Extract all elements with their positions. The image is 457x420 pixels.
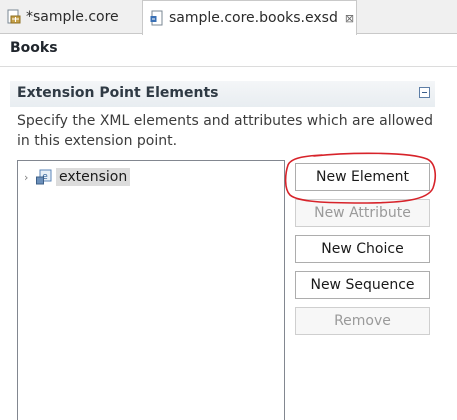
tab-label: *sample.core (26, 9, 119, 25)
collapse-icon[interactable] (419, 87, 430, 98)
chevron-right-icon[interactable]: › (24, 171, 34, 184)
element-tree[interactable]: › e extension (17, 160, 285, 420)
section-header: Extension Point Elements (10, 81, 435, 107)
tree-item-extension[interactable]: › e extension (24, 167, 131, 187)
remove-button[interactable]: Remove (295, 307, 430, 335)
section-title: Extension Point Elements (17, 85, 219, 101)
section-description: Specify the XML elements and attributes … (17, 113, 434, 149)
new-element-button[interactable]: New Element (295, 163, 430, 191)
editor-window: *sample.core sample.core.books.exsd ⊠ Bo… (0, 0, 457, 420)
page-title: Books (10, 40, 58, 56)
new-sequence-button[interactable]: New Sequence (295, 271, 430, 299)
tab-label: sample.core.books.exsd (169, 10, 338, 26)
close-icon[interactable]: ⊠ (345, 12, 354, 25)
plugin-manifest-icon (7, 9, 21, 24)
tab-sample-core[interactable]: *sample.core (0, 0, 138, 34)
editor-tab-bar: *sample.core sample.core.books.exsd ⊠ (0, 0, 457, 35)
schema-file-icon (150, 10, 163, 26)
title-divider (0, 66, 457, 67)
tab-books-exsd[interactable]: sample.core.books.exsd ⊠ (142, 0, 357, 35)
new-choice-button[interactable]: New Choice (295, 235, 430, 263)
schema-element-icon: e (36, 169, 52, 185)
tree-item-label: extension (56, 168, 131, 186)
new-attribute-button[interactable]: New Attribute (295, 199, 430, 227)
